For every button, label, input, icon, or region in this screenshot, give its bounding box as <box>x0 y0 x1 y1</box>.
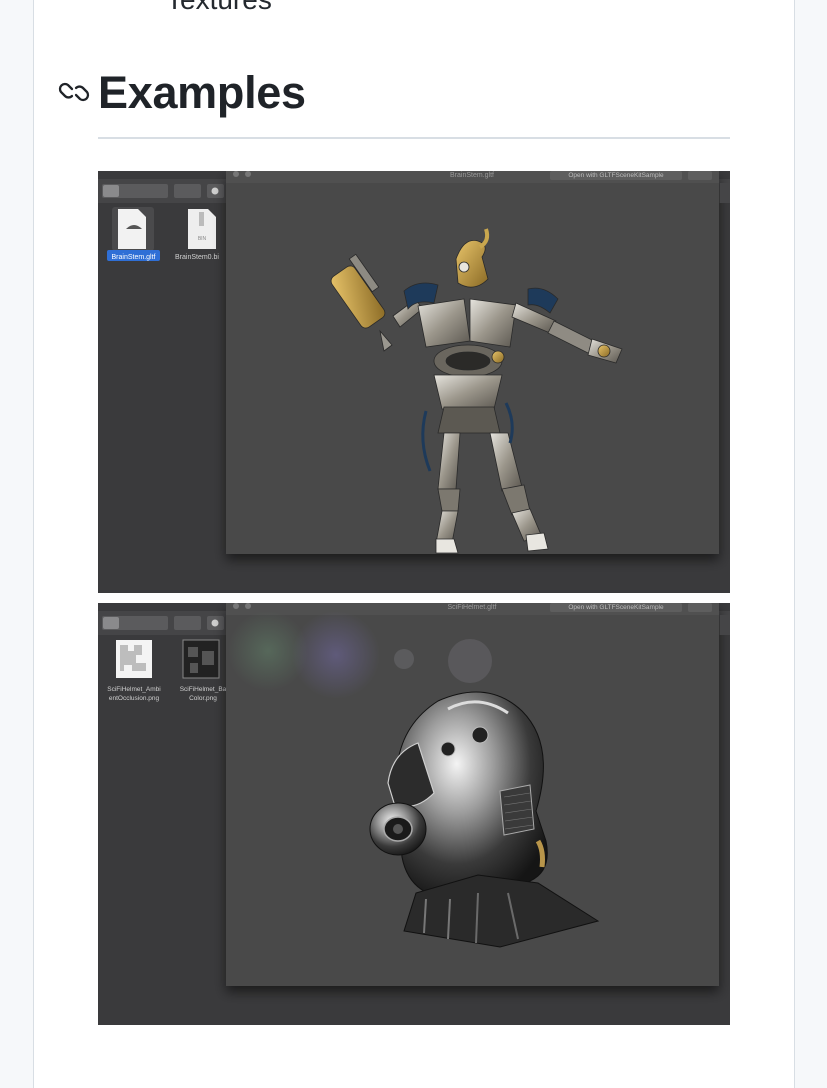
link-icon[interactable] <box>58 78 90 106</box>
minimize-button[interactable] <box>245 603 251 609</box>
background-glow <box>292 611 380 699</box>
file-name-brainstem-gltf: BrainStem.gltf <box>112 254 156 261</box>
file-item-brainstem-gltf[interactable]: BrainStem.gltf <box>107 207 160 261</box>
window-title: BrainStem.gltf <box>450 172 494 179</box>
icon-view-button[interactable] <box>103 185 119 197</box>
heading-divider <box>98 137 730 139</box>
open-with-label: Open with GLTFSceneKitSample <box>568 172 664 179</box>
close-button[interactable] <box>233 603 239 609</box>
minimize-button[interactable] <box>245 171 251 177</box>
icon-view-button[interactable] <box>103 617 119 629</box>
svg-text:BIN: BIN <box>198 236 207 242</box>
close-button[interactable] <box>233 171 239 177</box>
previous-section-text: Textures <box>166 0 272 14</box>
scifihelmet-screenshot: SciFiHelmet_Ambi entOcclusion.png SciFiH… <box>98 603 730 1025</box>
svg-text:entOcclusion.png: entOcclusion.png <box>109 695 160 702</box>
file-name-ambient-occlusion: SciFiHelmet_Ambi <box>107 686 160 693</box>
file-name-base-color: SciFiHelmet_Ba <box>180 686 227 693</box>
share-button[interactable] <box>688 171 712 180</box>
window-title: SciFiHelmet.gltf <box>447 604 496 611</box>
group-button[interactable] <box>174 184 201 198</box>
brainstem-screenshot: BrainStem.gltf BIN BrainStem0.bi BrainSt… <box>98 171 730 593</box>
section-heading: Examples <box>98 67 306 118</box>
group-button[interactable] <box>174 616 201 630</box>
open-with-label: Open with GLTFSceneKitSample <box>568 604 664 611</box>
background-glow <box>394 649 414 669</box>
file-name-brainstem-bin: BrainStem0.bi <box>175 254 219 261</box>
svg-text:Color.png: Color.png <box>189 695 217 702</box>
share-button[interactable] <box>688 603 712 612</box>
background-glow <box>448 639 492 683</box>
